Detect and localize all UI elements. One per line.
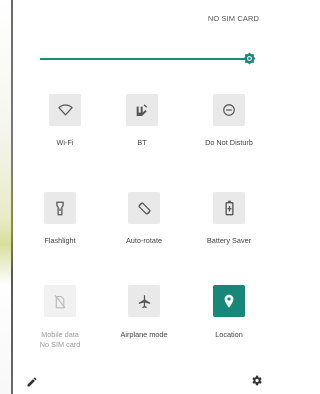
tile-auto-rotate[interactable]: Auto-rotate bbox=[103, 192, 185, 246]
tile-wifi-label: Wi-Fi bbox=[56, 138, 74, 147]
tile-battery-saver[interactable]: Battery Saver bbox=[188, 192, 270, 246]
tile-battery-saver-button[interactable] bbox=[213, 192, 245, 224]
settings-button[interactable] bbox=[250, 374, 263, 387]
tile-do-not-disturb[interactable]: Do Not Disturb bbox=[188, 94, 270, 148]
tile-battery-saver-label: Battery Saver bbox=[206, 236, 252, 245]
tile-airplane-mode-label: Airplane mode bbox=[120, 330, 168, 339]
tile-location[interactable]: Location bbox=[188, 285, 270, 340]
tile-mobile-data-sublabel: No SIM card bbox=[39, 340, 81, 349]
do-not-disturb-icon bbox=[223, 104, 235, 116]
tile-wifi[interactable]: Wi-Fi bbox=[24, 94, 106, 148]
tile-flashlight[interactable]: Flashlight bbox=[19, 192, 101, 246]
auto-rotate-icon bbox=[137, 201, 151, 215]
battery-saver-icon bbox=[225, 200, 233, 216]
tile-do-not-disturb-button[interactable] bbox=[213, 94, 245, 126]
tile-do-not-disturb-label: Do Not Disturb bbox=[205, 138, 253, 147]
brightness-slider-thumb[interactable] bbox=[243, 52, 256, 65]
tile-wifi-button[interactable] bbox=[49, 94, 81, 126]
airplane-icon bbox=[138, 294, 150, 308]
tile-mobile-data-button[interactable] bbox=[44, 285, 76, 317]
location-icon bbox=[224, 294, 234, 308]
pencil-icon bbox=[27, 377, 37, 387]
wifi-icon bbox=[57, 103, 73, 115]
tile-location-label: Location bbox=[215, 330, 243, 339]
mobile-data-off-icon bbox=[54, 294, 66, 308]
brightness-auto-icon bbox=[243, 52, 256, 65]
sim-status-text: NO SIM CARD bbox=[207, 14, 259, 23]
tile-mobile-data[interactable]: Mobile data No SIM card bbox=[19, 285, 101, 350]
tile-airplane-mode-button[interactable] bbox=[128, 285, 160, 317]
tile-flashlight-label: Flashlight bbox=[44, 236, 76, 245]
left-edge-border bbox=[11, 0, 13, 394]
tile-flashlight-button[interactable] bbox=[44, 192, 76, 224]
tile-auto-rotate-button[interactable] bbox=[128, 192, 160, 224]
gear-icon bbox=[252, 375, 262, 386]
bluetooth-icon bbox=[136, 104, 148, 116]
tile-bluetooth-button[interactable] bbox=[126, 94, 158, 126]
flashlight-icon bbox=[56, 201, 64, 215]
edit-tiles-button[interactable] bbox=[26, 375, 38, 387]
tile-bluetooth-label: BT bbox=[137, 138, 147, 147]
tile-location-button[interactable] bbox=[213, 285, 245, 317]
tile-airplane-mode[interactable]: Airplane mode bbox=[103, 285, 185, 340]
tile-mobile-data-label: Mobile data bbox=[41, 330, 79, 339]
tile-auto-rotate-label: Auto-rotate bbox=[125, 236, 163, 245]
brightness-slider-track[interactable] bbox=[40, 58, 248, 60]
tile-bluetooth[interactable]: BT bbox=[101, 94, 183, 148]
